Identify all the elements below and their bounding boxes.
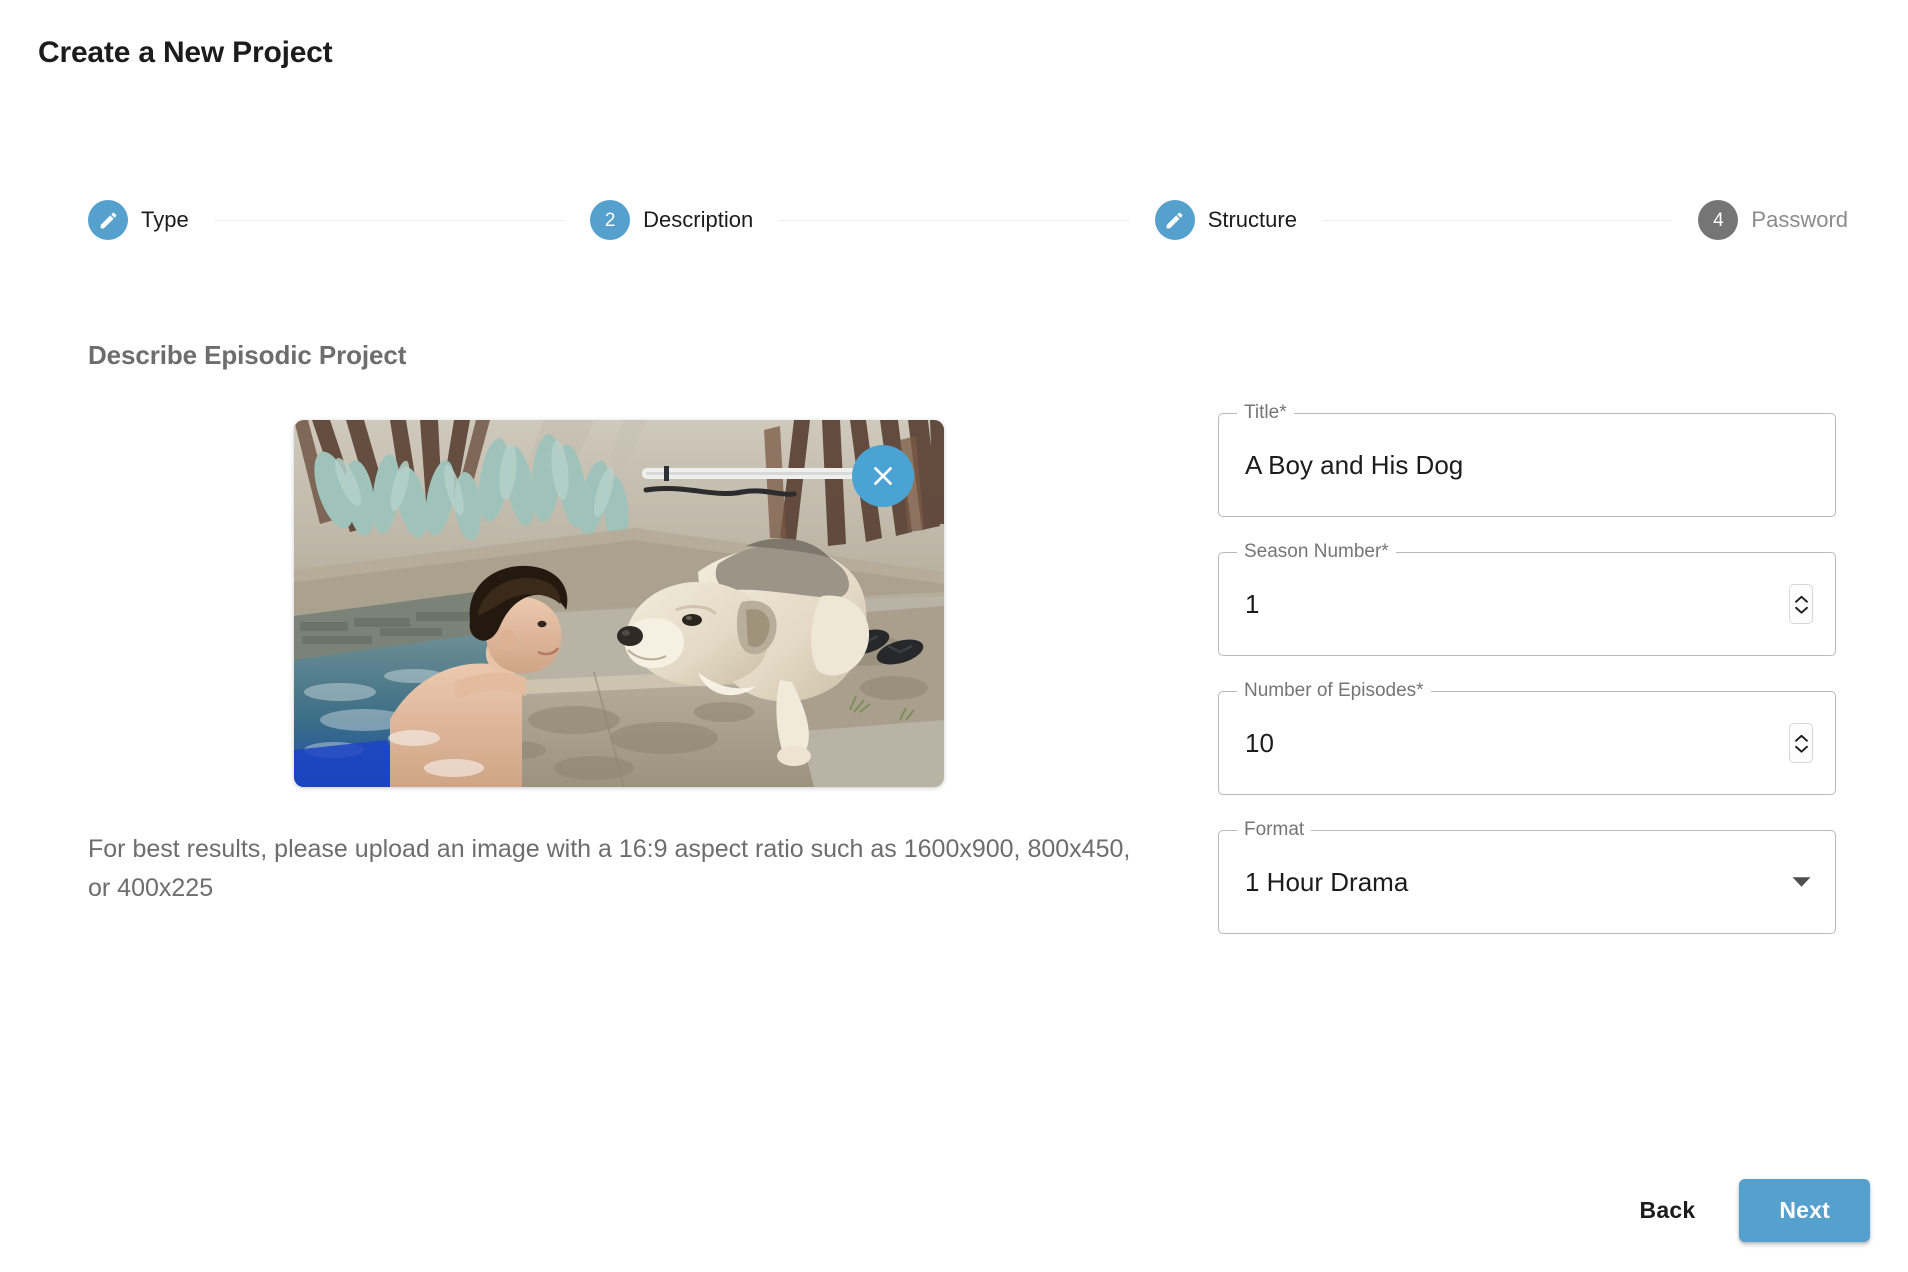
field-title-label: Title* [1237,403,1294,422]
close-icon [867,460,899,492]
pencil-icon [98,210,119,231]
project-description-form: Title* Season Number* [1218,403,1836,934]
image-upload-column: For best results, please upload an image… [88,420,1148,908]
field-format: Format 1 Hour Drama [1218,820,1836,934]
number-of-episodes-stepper[interactable] [1789,723,1813,763]
field-number-of-episodes-outline[interactable]: Number of Episodes* [1218,681,1836,795]
pencil-icon [1164,210,1185,231]
project-image [294,420,944,787]
step-label-type: Type [141,207,189,232]
step-marker-structure [1154,200,1195,240]
wizard-footer-actions: Back Next [1622,1179,1870,1242]
stepper-step-description[interactable]: 2 Description [590,200,753,240]
field-season-number: Season Number* [1218,542,1836,656]
field-title: Title* [1218,403,1836,517]
chevron-down-icon[interactable] [1794,745,1808,753]
project-image-thumbnail[interactable] [294,420,944,787]
step-label-description: Description [643,207,754,232]
season-number-stepper[interactable] [1789,584,1813,624]
field-format-label: Format [1237,820,1312,839]
field-season-number-outline[interactable]: Season Number* [1218,542,1836,656]
section-heading: Describe Episodic Project [88,340,407,370]
chevron-up-icon[interactable] [1794,734,1808,742]
remove-image-button[interactable] [852,445,914,507]
field-number-of-episodes: Number of Episodes* [1218,681,1836,795]
stepper-connector-3 [1322,219,1673,221]
chevron-up-icon[interactable] [1794,595,1808,603]
project-wizard-stepper: Type 2 Description Structure 4 Password [88,200,1848,240]
chevron-down-icon[interactable] [1794,606,1808,614]
stepper-step-structure[interactable]: Structure [1154,200,1297,240]
stepper-connector-1 [214,219,565,221]
step-label-structure: Structure [1207,207,1297,232]
format-selected-value[interactable]: 1 Hour Drama [1245,867,1789,898]
step-marker-type [88,200,128,240]
stepper-step-type[interactable]: Type [88,200,189,240]
field-number-of-episodes-label: Number of Episodes* [1237,681,1431,700]
number-of-episodes-input[interactable] [1245,727,1789,759]
field-format-outline[interactable]: Format 1 Hour Drama [1218,820,1836,934]
page-title: Create a New Project [38,36,333,69]
stepper-step-password[interactable]: 4 Password [1698,200,1848,240]
step-label-password: Password [1751,207,1849,232]
title-input[interactable] [1245,449,1813,481]
chevron-down-icon[interactable] [1789,876,1813,888]
next-button[interactable]: Next [1739,1179,1870,1242]
field-season-number-label: Season Number* [1237,542,1396,561]
step-marker-description: 2 [590,200,631,240]
stepper-connector-2 [779,219,1129,221]
field-title-outline[interactable]: Title* [1218,403,1836,517]
upload-hint-text: For best results, please upload an image… [88,835,1131,902]
step-marker-password: 4 [1698,200,1739,240]
season-number-input[interactable] [1245,588,1789,620]
back-button[interactable]: Back [1622,1185,1714,1236]
